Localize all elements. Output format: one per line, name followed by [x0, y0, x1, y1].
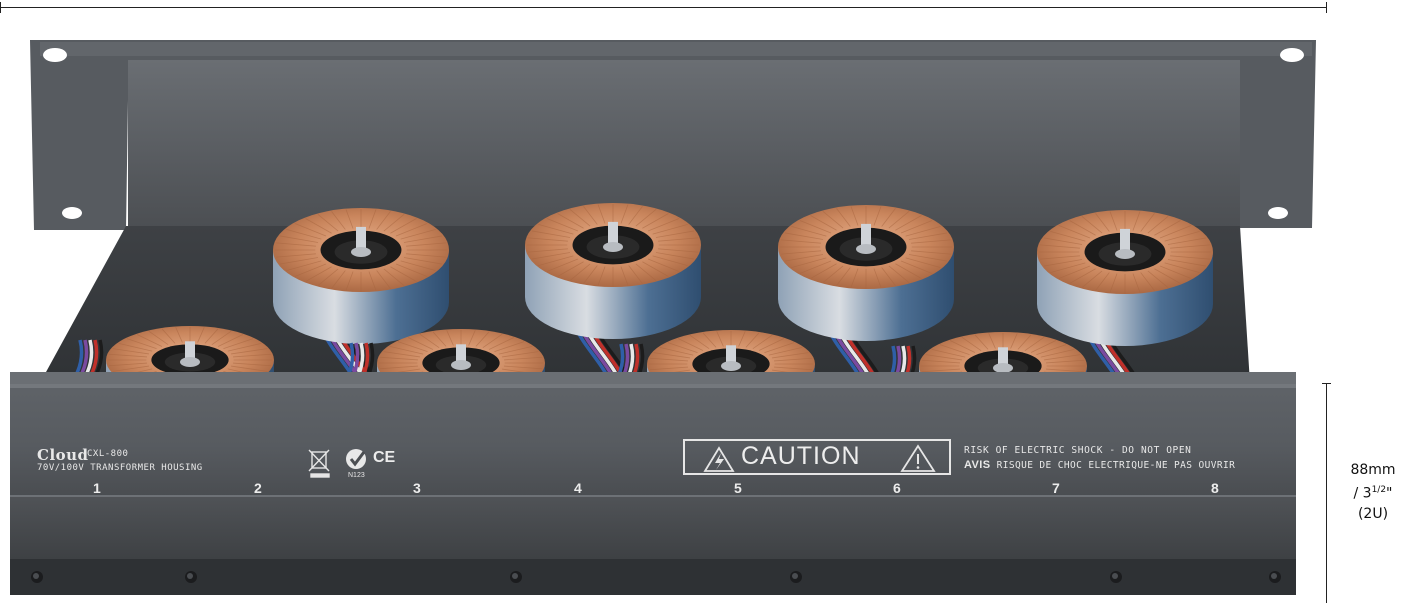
dimension-tick [1322, 383, 1331, 384]
dimension-metric: 88mm [1350, 462, 1396, 478]
dimension-tick [0, 2, 1, 13]
caution-label: CAUTION [741, 442, 861, 470]
rack-unit-illustration [10, 40, 1316, 595]
channel-number: 2 [254, 480, 262, 496]
height-dimension-label: 88mm / 31/2" (2U) [1338, 460, 1408, 524]
screw [510, 571, 522, 583]
channel-number: 3 [413, 480, 421, 496]
rack-hole [43, 48, 67, 62]
channel-number: 6 [893, 480, 901, 496]
dimension-imperial: / 31/2" [1353, 485, 1393, 502]
bottom-flange [10, 559, 1296, 595]
warning-french-text: RISQUE DE CHOC ELECTRIQUE-NE PAS OUVRIR [996, 460, 1236, 471]
channel-number: 7 [1052, 480, 1060, 496]
compliance-code: N123 [348, 472, 365, 479]
channel-number: 1 [93, 480, 101, 496]
toroidal-transformer [273, 208, 449, 344]
screw [1110, 571, 1122, 583]
toroidal-transformer [525, 203, 701, 339]
front-panel [10, 384, 1296, 496]
brand-logo: Cloud [37, 446, 89, 464]
screw [185, 571, 197, 583]
rack-hole [62, 207, 82, 219]
dimension-rack-units: (2U) [1357, 505, 1389, 522]
screw [790, 571, 802, 583]
height-dimension-line [1326, 383, 1327, 603]
screw [1269, 571, 1281, 583]
toroidal-transformer [1037, 210, 1213, 346]
toroidal-transformer [778, 205, 954, 341]
product-photo: Cloud CXL-800 70V/100V TRANSFORMER HOUSI… [0, 0, 1412, 603]
front-top-edge [10, 372, 1296, 385]
c-tick-icon [346, 449, 366, 469]
channel-number: 4 [574, 480, 582, 496]
warning-french-lead: AVIS [964, 459, 991, 471]
channel-number: 8 [1211, 480, 1219, 496]
width-dimension-line [0, 7, 1327, 8]
dimension-tick [1326, 2, 1327, 13]
rear-panel [30, 40, 1316, 232]
warning-french: AVIS RISQUE DE CHOC ELECTRIQUE-NE PAS OU… [964, 459, 1235, 471]
channel-number: 5 [734, 480, 742, 496]
model-number: CXL-800 [87, 449, 129, 459]
rack-hole [1280, 48, 1304, 62]
product-description: 70V/100V TRANSFORMER HOUSING [37, 463, 203, 473]
bottom-rail [10, 496, 1296, 562]
rack-hole [1268, 207, 1288, 219]
screw [31, 571, 43, 583]
warning-english: RISK OF ELECTRIC SHOCK - DO NOT OPEN [964, 445, 1192, 456]
ce-mark: CE [373, 449, 396, 466]
